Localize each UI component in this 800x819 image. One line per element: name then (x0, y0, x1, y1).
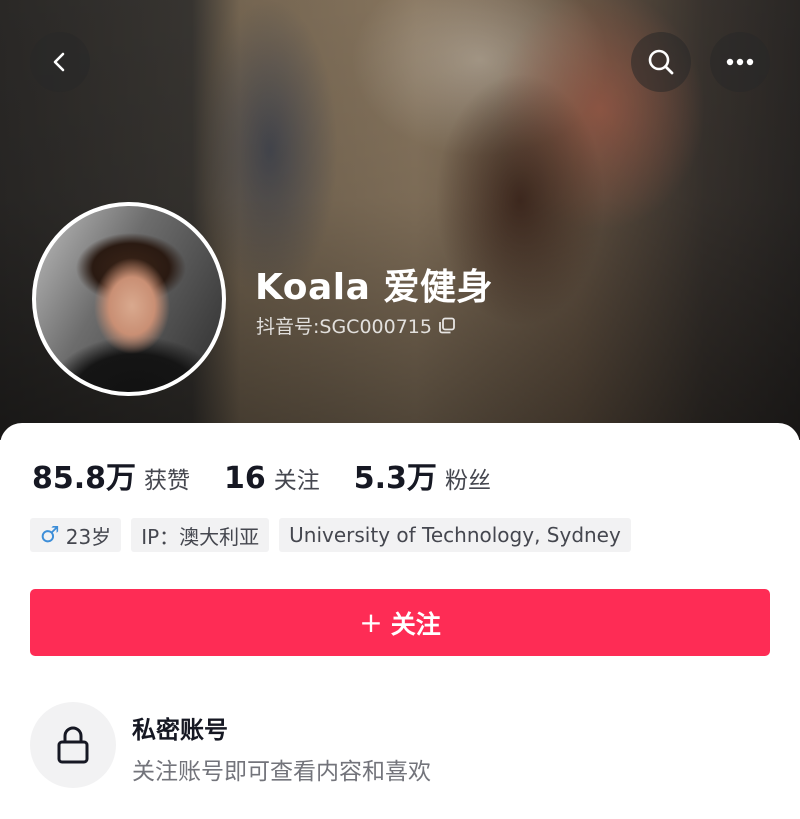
private-account-description: 关注账号即可查看内容和喜欢 (132, 759, 431, 785)
stat-following[interactable]: 16 关注 (224, 461, 320, 496)
lock-icon (57, 726, 89, 764)
followers-count: 5.3万 (353, 461, 437, 496)
douyin-id-row[interactable]: 抖音号:SGC000715 (256, 312, 456, 339)
avatar[interactable] (32, 202, 226, 396)
username: Koala 爱健身 (255, 267, 493, 308)
private-account-icon-container (30, 702, 116, 788)
followers-label: 粉丝 (444, 468, 491, 494)
stats-row: 85.8万 获赞 16 关注 5.3万 粉丝 (32, 453, 525, 497)
age-tag: ♂ 23岁 (30, 518, 122, 552)
back-arrow-icon (53, 52, 65, 72)
copy-icon[interactable] (438, 317, 456, 335)
back-button[interactable] (30, 32, 90, 92)
search-icon (648, 49, 674, 75)
search-button[interactable] (631, 32, 691, 92)
stat-followers[interactable]: 5.3万 粉丝 (354, 453, 491, 497)
follow-button-label: 关注 (390, 609, 441, 639)
douyin-id-text: 抖音号:SGC000715 (256, 316, 432, 338)
follow-button[interactable]: + 关注 (30, 589, 770, 656)
school-text: University of Technology, Sydney (289, 523, 621, 547)
more-icon (726, 58, 754, 66)
more-button[interactable] (710, 32, 770, 92)
private-account-title: 私密账号 (132, 716, 228, 744)
ip-location-text: IP：澳大利亚 (141, 524, 260, 549)
plus-icon: + (359, 606, 383, 639)
ip-location-tag: IP：澳大利亚 (131, 518, 270, 552)
school-tag[interactable]: University of Technology, Sydney (279, 518, 631, 552)
stat-likes: 85.8万 获赞 (32, 453, 190, 497)
male-gender-icon: ♂ (40, 522, 60, 548)
following-count: 16 (224, 461, 266, 496)
profile-tags: ♂ 23岁 IP：澳大利亚 University of Technology, … (30, 518, 631, 552)
age-text: 23岁 (65, 524, 112, 549)
following-label: 关注 (273, 468, 320, 494)
likes-label: 获赞 (144, 468, 191, 494)
likes-count: 85.8万 (32, 461, 137, 496)
